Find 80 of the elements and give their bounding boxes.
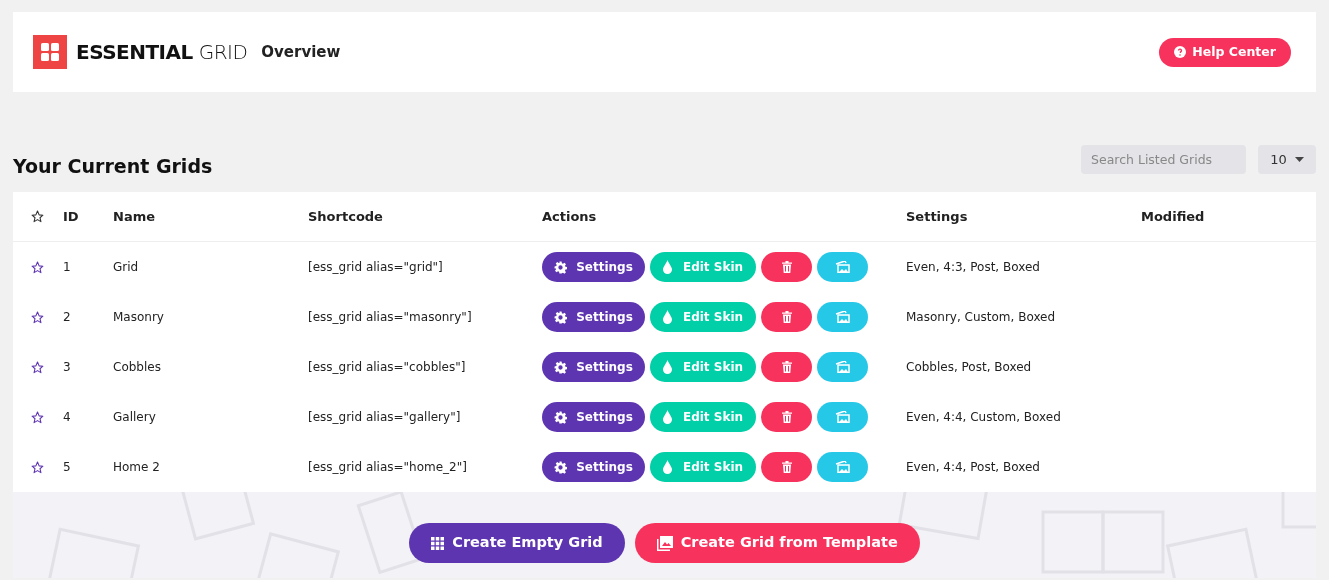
delete-button[interactable] [761,302,812,332]
gear-icon [554,360,568,374]
create-button[interactable]: Create Empty Grid [409,523,625,563]
duplicate-button[interactable] [817,352,868,382]
table-cell: [ess_grid alias="home_2"] [308,460,467,474]
table-cell: Home 2 [113,460,160,474]
table-cell: 1 [63,260,71,274]
table-cell: [ess_grid alias="grid"] [308,260,443,274]
star-icon[interactable] [31,310,44,324]
table-cell: Masonry, Custom, Boxed [906,310,1056,324]
trash-icon [781,311,792,323]
images-icon [835,461,850,473]
duplicate-button[interactable] [817,252,868,282]
grid-icon [431,536,445,550]
trash-icon [781,361,792,373]
trash-icon [781,461,792,473]
settings-button[interactable]: Settings [542,452,645,482]
search-field[interactable]: Search Listed Grids [1081,145,1246,174]
table-cell: Grid [113,260,139,274]
help-icon [1174,46,1187,58]
delete-button[interactable] [761,402,812,432]
column-header: Actions [542,208,597,224]
table-cell: Even, 4:3, Post, Boxed [906,260,1040,274]
settings-button[interactable]: Settings [542,402,645,432]
delete-button[interactable] [761,452,812,482]
drop-icon [662,260,672,274]
drop-icon [662,310,672,324]
table-cell: Even, 4:4, Custom, Boxed [906,410,1061,424]
column-header: Settings [906,208,968,224]
table-cell: Gallery [113,410,156,424]
table-cell: 5 [63,460,71,474]
table-cell: 4 [63,410,71,424]
star-icon[interactable] [31,460,44,474]
image-icon [656,535,673,551]
table-cell: [ess_grid alias="cobbles"] [308,360,466,374]
images-icon [835,311,850,323]
settings-button[interactable]: Settings [542,252,645,282]
star-icon[interactable] [31,410,44,424]
images-icon [835,411,850,423]
duplicate-button[interactable] [817,452,868,482]
create-button[interactable]: Create Grid from Template [634,523,920,563]
settings-button[interactable]: Settings [542,302,645,332]
table-cell: 3 [63,360,71,374]
logo-icon [33,35,67,69]
column-header: Shortcode [308,208,383,224]
settings-button[interactable]: Settings [542,352,645,382]
section-title: Your Current Grids [13,153,213,179]
column-header: ID [63,208,79,224]
per-page-select[interactable]: 10 [1258,145,1316,174]
help-button[interactable]: Help Center [1159,37,1291,67]
column-header: Modified [1141,208,1205,224]
table-cell: Cobbles [113,360,161,374]
table-cell: Masonry [113,310,164,324]
gear-icon [554,460,568,474]
images-icon [835,261,850,273]
table-cell: Even, 4:4, Post, Boxed [906,460,1040,474]
logo-text: ESSENTIAL GRID [76,39,248,66]
page-title: Overview [261,41,341,63]
drop-icon [662,410,672,424]
table-cell: [ess_grid alias="gallery"] [308,410,461,424]
duplicate-button[interactable] [817,402,868,432]
gear-icon [554,410,568,424]
star-icon[interactable] [31,260,44,274]
trash-icon [781,261,792,273]
delete-button[interactable] [761,252,812,282]
duplicate-button[interactable] [817,302,868,332]
drop-icon [662,360,672,374]
images-icon [835,361,850,373]
caret-icon [1294,157,1304,162]
trash-icon [781,411,792,423]
star-icon[interactable] [31,210,44,223]
delete-button[interactable] [761,352,812,382]
star-icon[interactable] [31,360,44,374]
gear-icon [554,260,568,274]
table-cell: [ess_grid alias="masonry"] [308,310,472,324]
gear-icon [554,310,568,324]
drop-icon [662,460,672,474]
table-cell: 2 [63,310,71,324]
table-cell: Cobbles, Post, Boxed [906,360,1032,374]
column-header: Name [113,208,155,224]
